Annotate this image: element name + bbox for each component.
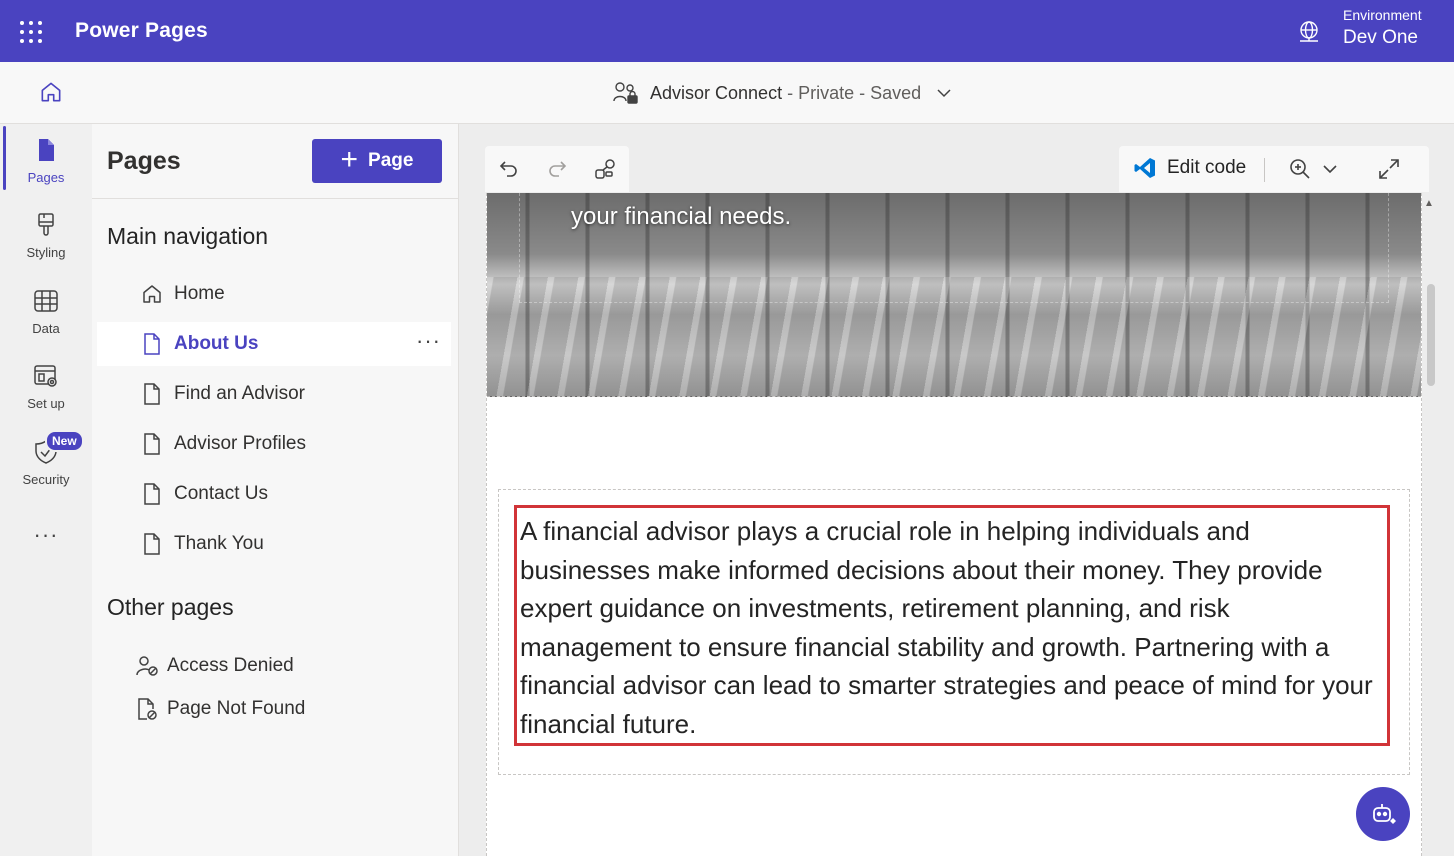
site-selector[interactable]: Advisor Connect - Private - Saved xyxy=(612,80,952,106)
rail-item-pages[interactable]: Pages xyxy=(0,136,92,185)
plus-icon: + xyxy=(340,142,359,176)
toolbar-separator xyxy=(1264,158,1265,182)
add-page-button[interactable]: + Page xyxy=(312,139,442,183)
nav-label: Find an Advisor xyxy=(174,383,305,404)
nav-label: Page Not Found xyxy=(167,698,306,719)
globe-icon[interactable] xyxy=(1297,20,1321,44)
app-title[interactable]: Power Pages xyxy=(75,19,208,43)
app-launcher-icon[interactable] xyxy=(20,21,42,43)
paintbrush-icon xyxy=(38,213,54,236)
nav-label: Contact Us xyxy=(174,483,268,504)
view-toolbar: Edit code xyxy=(1119,146,1429,192)
edit-code-button[interactable]: Edit code xyxy=(1133,156,1246,180)
canvas-scrollbar[interactable] xyxy=(1427,284,1435,386)
people-lock-icon xyxy=(613,82,638,104)
home-icon[interactable] xyxy=(38,79,64,105)
nav-label: Access Denied xyxy=(167,655,294,676)
scroll-up-arrow-icon[interactable]: ▲ xyxy=(1424,198,1434,209)
panel-divider xyxy=(92,198,459,199)
page-blocked-icon xyxy=(138,698,157,720)
nav-item-find-an-advisor[interactable]: Find an Advisor xyxy=(97,372,451,416)
main-navigation-heading: Main navigation xyxy=(107,223,269,249)
nav-label: About Us xyxy=(174,333,259,354)
top-bar: Power Pages Environment Dev One xyxy=(0,0,1454,62)
nav-item-about-us[interactable]: About Us ··· xyxy=(97,322,451,366)
page-preview: your financial needs. A financial adviso… xyxy=(486,193,1422,856)
other-pages-heading: Other pages xyxy=(107,594,234,620)
site-separator: - xyxy=(782,82,799,103)
hero-image: your financial needs. xyxy=(487,193,1421,397)
nav-label: Advisor Profiles xyxy=(174,433,306,454)
site-name: Advisor Connect xyxy=(650,82,783,103)
more-options-icon[interactable]: ··· xyxy=(416,328,441,354)
new-badge: New xyxy=(45,430,84,452)
site-status: Saved xyxy=(870,82,922,103)
nav-label: Thank You xyxy=(174,533,264,554)
nav-item-page-not-found[interactable]: Page Not Found xyxy=(97,687,451,731)
chevron-down-icon[interactable] xyxy=(936,88,952,98)
pages-panel: Pages + Page Main navigation Home About … xyxy=(92,124,459,856)
copilot-bot-icon xyxy=(1373,804,1396,824)
site-header-bar: Advisor Connect - Private - Saved xyxy=(0,62,1454,124)
expand-icon[interactable] xyxy=(1377,157,1401,181)
panel-title: Pages xyxy=(107,147,181,175)
environment-label: Environment xyxy=(1343,7,1422,23)
edit-code-label: Edit code xyxy=(1167,157,1247,178)
page-icon xyxy=(144,483,160,505)
hero-text[interactable]: your financial needs. xyxy=(571,203,791,231)
chevron-down-icon[interactable] xyxy=(1322,164,1338,174)
page-icon xyxy=(144,383,160,405)
edit-toolbar xyxy=(485,146,629,192)
page-icon xyxy=(144,433,160,455)
settings-window-icon xyxy=(34,365,57,387)
selected-text-block[interactable]: A financial advisor plays a crucial role… xyxy=(514,505,1390,746)
rail-label-styling: Styling xyxy=(26,245,66,260)
table-icon xyxy=(34,290,58,312)
redo-icon[interactable] xyxy=(545,157,569,181)
page-icon xyxy=(144,333,160,355)
left-rail: Pages Styling Data Set up Security New ·… xyxy=(0,124,92,856)
content-section[interactable]: A financial advisor plays a crucial role… xyxy=(498,489,1410,775)
rail-label-setup: Set up xyxy=(27,396,65,411)
link-nodes-icon[interactable] xyxy=(593,157,617,181)
rail-item-setup[interactable]: Set up xyxy=(0,362,92,411)
rail-more-icon[interactable]: ··· xyxy=(0,522,92,548)
copilot-button[interactable] xyxy=(1356,787,1410,841)
person-lock-icon xyxy=(136,656,158,676)
nav-item-thank-you[interactable]: Thank You xyxy=(97,522,451,566)
add-page-label: Page xyxy=(368,150,414,171)
design-canvas: Edit code your financial needs. A financ… xyxy=(459,124,1454,856)
nav-item-home[interactable]: Home xyxy=(97,272,451,316)
vscode-icon xyxy=(1134,158,1155,178)
site-visibility: Private xyxy=(798,82,855,103)
environment-value[interactable]: Dev One xyxy=(1343,27,1418,49)
rail-label-pages: Pages xyxy=(27,170,65,185)
rail-label-data: Data xyxy=(32,321,60,336)
page-icon xyxy=(39,139,54,161)
rail-item-data[interactable]: Data xyxy=(0,287,92,336)
nav-item-advisor-profiles[interactable]: Advisor Profiles xyxy=(97,422,451,466)
page-icon xyxy=(144,533,160,555)
undo-icon[interactable] xyxy=(497,157,521,181)
rail-label-security: Security xyxy=(22,472,70,487)
rail-item-styling[interactable]: Styling xyxy=(0,211,92,260)
site-separator-2: - xyxy=(854,82,871,103)
nav-item-access-denied[interactable]: Access Denied xyxy=(97,644,451,688)
zoom-in-icon[interactable] xyxy=(1288,157,1312,181)
home-icon xyxy=(143,285,161,303)
nav-item-contact-us[interactable]: Contact Us xyxy=(97,472,451,516)
nav-label: Home xyxy=(174,283,225,304)
